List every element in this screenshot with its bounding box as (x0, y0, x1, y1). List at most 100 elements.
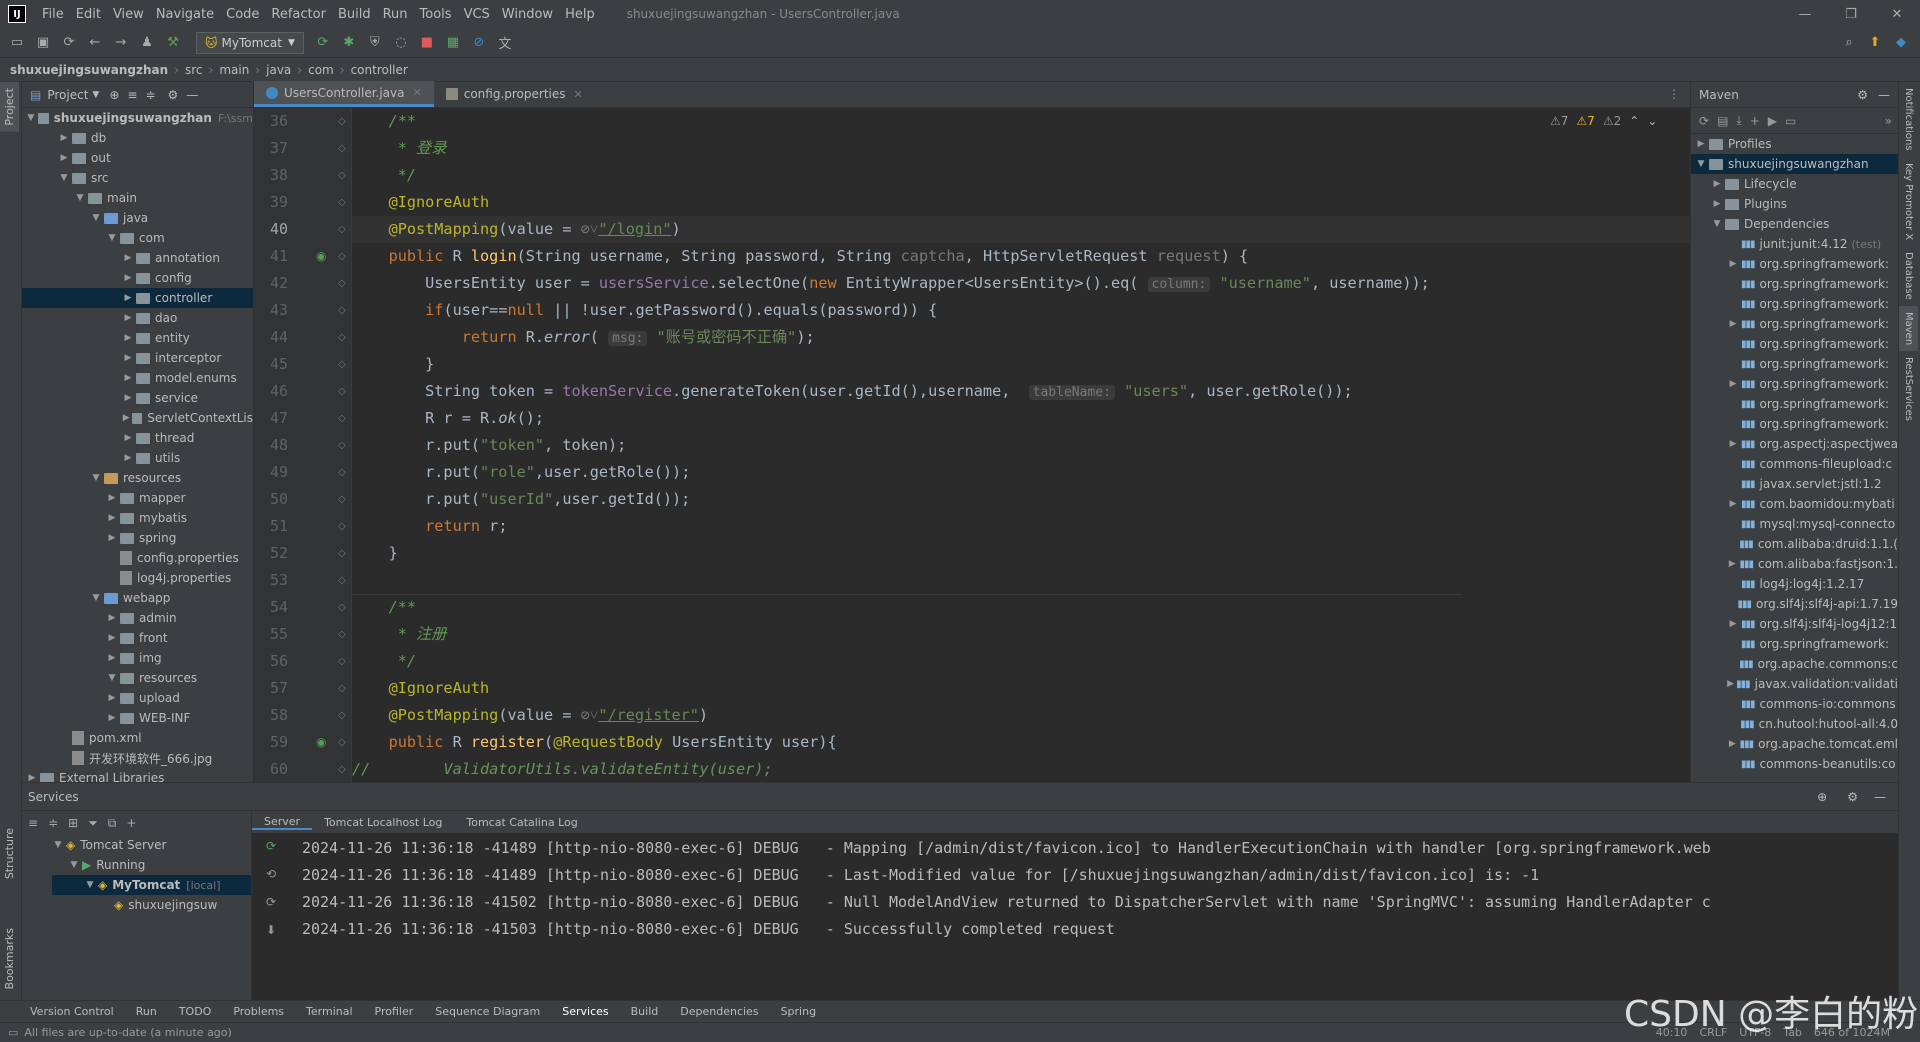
chevron-right-icon[interactable]: ▶ (122, 413, 130, 423)
translate-icon[interactable]: 文 (494, 32, 516, 54)
minimize-icon[interactable]: — (1782, 7, 1828, 22)
fold-marker-icon[interactable]: ◇ (338, 386, 346, 397)
breadcrumb-item[interactable]: shuxuejingsuwangzhan (10, 63, 168, 77)
structure-tool-tab[interactable]: Structure (0, 822, 19, 885)
project-tree-item[interactable]: ▶ controller (22, 288, 253, 308)
expand-all-icon[interactable]: ≡ (28, 816, 38, 830)
maven-tree-item[interactable]: ▮▮▮ org.springframework: (1691, 354, 1898, 374)
chevron-right-icon[interactable]: ▶ (106, 653, 118, 663)
expand-all-icon[interactable]: ≡ (127, 88, 137, 102)
maven-tree-item[interactable]: ▶ ▮▮▮ org.springframework: (1691, 254, 1898, 274)
add-icon[interactable]: + (126, 816, 136, 830)
project-tree-item[interactable]: ▶ admin (22, 608, 253, 628)
maven-tree-item[interactable]: ▶ ▮▮▮ org.springframework: (1691, 374, 1898, 394)
refresh-icon[interactable]: ⟳ (266, 895, 276, 909)
project-tree-item[interactable]: ▶ img (22, 648, 253, 668)
maven-tree-item[interactable]: ▶ ▮▮▮ org.slf4j:slf4j-log4j12:1 (1691, 614, 1898, 634)
hide-icon[interactable]: — (1878, 88, 1890, 102)
hide-icon[interactable]: — (186, 88, 198, 102)
project-tree-item[interactable]: ▶ out (22, 148, 253, 168)
sync-icon[interactable]: ⟳ (58, 32, 80, 54)
user-icon[interactable]: ♟ (136, 32, 158, 54)
open-folder-icon[interactable]: ▭ (6, 32, 28, 54)
chevron-right-icon[interactable]: ▶ (1727, 499, 1739, 509)
project-tree-item[interactable]: ▼ resources (22, 468, 253, 488)
fold-marker-icon[interactable]: ◇ (338, 251, 346, 262)
project-tree-item[interactable]: ▶ spring (22, 528, 253, 548)
chevron-right-icon[interactable]: ▼ (90, 593, 102, 603)
project-tree-item[interactable]: ▶ utils (22, 448, 253, 468)
fold-marker-icon[interactable]: ◇ (338, 413, 346, 424)
bookmarks-tool-tab[interactable]: Bookmarks (0, 922, 19, 995)
search-icon[interactable]: ⌕ (1838, 32, 1860, 54)
group-icon[interactable]: ⊞ (68, 816, 78, 830)
project-tree-item[interactable]: ▶ WEB-INF (22, 708, 253, 728)
code-editor[interactable]: /** * 登录 */ @IgnoreAuth @PostMapping(val… (352, 108, 1690, 782)
close-icon[interactable]: ✕ (1874, 7, 1920, 22)
toggle-offline-icon[interactable]: ▭ (1785, 114, 1796, 128)
project-tree-item[interactable]: ▼ webapp (22, 588, 253, 608)
chevron-right-icon[interactable]: ▶ (122, 293, 134, 303)
fold-marker-icon[interactable]: ◇ (338, 548, 346, 559)
chevron-right-icon[interactable]: ▶ (58, 133, 70, 143)
project-tree-item[interactable]: config.properties (22, 548, 253, 568)
forward-icon[interactable]: → (110, 32, 132, 54)
chevron-right-icon[interactable]: ▼ (58, 173, 70, 183)
project-tool-tab[interactable]: Project (0, 82, 19, 132)
maven-tree-item[interactable]: ▮▮▮ junit:junit:4.12 (test) (1691, 234, 1898, 254)
tool-tab-version-control[interactable]: Version Control (30, 1005, 114, 1018)
chevron-right-icon[interactable]: ▶ (122, 313, 134, 323)
services-tree-item[interactable]: ▼ ▶ Running (52, 855, 251, 875)
new-tab-icon[interactable]: ⧉ (108, 816, 117, 831)
fold-marker-icon[interactable]: ◇ (338, 197, 346, 208)
project-tree-item[interactable]: ▶ model.enums (22, 368, 253, 388)
deploy-icon[interactable]: ⬇ (266, 923, 276, 937)
more-tabs-icon[interactable]: ⋮ (1658, 87, 1690, 107)
chevron-right-icon[interactable]: ▶ (122, 453, 134, 463)
rerun-icon[interactable]: ⟳ (312, 32, 334, 54)
project-tree-item[interactable]: ▶ db (22, 128, 253, 148)
maven-tree-item[interactable]: ▶ Lifecycle (1691, 174, 1898, 194)
chevron-right-icon[interactable]: ▼ (74, 193, 86, 203)
notifications-tool-tab[interactable]: Notifications (1899, 82, 1918, 157)
fold-marker-icon[interactable]: ◇ (338, 116, 346, 127)
restore-icon[interactable]: ❐ (1828, 7, 1874, 22)
next-highlight-icon[interactable]: ⌄ (1647, 114, 1657, 128)
breadcrumb-item[interactable]: src (185, 63, 203, 77)
tool-tab-problems[interactable]: Problems (233, 1005, 284, 1018)
editor-gutter[interactable]: 36 ◇ 37 ◇ 38 ◇ 39 ◇ 40 ◇ 41 ◇ 42 ◇ 43 ◇ 44 ◇ 45 ◇ 46 ◇ 47 ◇ 48 ◇ 4… (254, 108, 352, 782)
maven-tree-item[interactable]: ▶ ▮▮▮ org.springframework: (1691, 314, 1898, 334)
fold-marker-icon[interactable]: ◇ (338, 710, 346, 721)
project-tree-item[interactable]: ▼ main (22, 188, 253, 208)
run-maven-icon[interactable]: ▶ (1768, 114, 1777, 128)
services-tree-item[interactable]: ▼ ◈ MyTomcat [local] (52, 875, 251, 895)
project-tree-item[interactable]: ▶ service (22, 388, 253, 408)
maven-tree-item[interactable]: ▮▮▮ commons-beanutils:co (1691, 754, 1898, 774)
maven-tree-item[interactable]: ▮▮▮ javax.servlet:jstl:1.2 (1691, 474, 1898, 494)
tool-tab-sequence-diagram[interactable]: Sequence Diagram (435, 1005, 540, 1018)
project-root[interactable]: ▼ shuxuejingsuwangzhan F:\ssm (22, 108, 253, 128)
maven-tree-item[interactable]: ▮▮▮ mysql:mysql-connecto (1691, 514, 1898, 534)
collapse-all-icon[interactable]: ≑ (145, 88, 155, 102)
chevron-right-icon[interactable]: ▼ (106, 673, 118, 683)
fold-marker-icon[interactable]: ◇ (338, 575, 346, 586)
fold-marker-icon[interactable]: ◇ (338, 305, 346, 316)
chevron-right-icon[interactable]: ▶ (1711, 179, 1723, 189)
locate-icon[interactable]: ⊕ (1817, 790, 1827, 804)
fold-marker-icon[interactable]: ◇ (338, 224, 346, 235)
chevron-right-icon[interactable]: ▶ (106, 513, 118, 523)
project-tree-item[interactable]: pom.xml (22, 728, 253, 748)
project-tree-item[interactable]: ▶ config (22, 268, 253, 288)
breadcrumb-item[interactable]: com (308, 63, 334, 77)
project-tree-item[interactable]: 开发环境软件_666.jpg (22, 748, 253, 768)
run-configuration-select[interactable]: 🐱 MyTomcat ▼ (196, 31, 304, 54)
fold-marker-icon[interactable]: ◇ (338, 494, 346, 505)
chevron-right-icon[interactable]: ▶ (1727, 559, 1737, 569)
maven-tree-item[interactable]: ▶ ▮▮▮ org.aspectj:aspectjwea (1691, 434, 1898, 454)
services-tree-item[interactable]: ▼ ◈ Tomcat Server (52, 835, 251, 855)
chevron-right-icon[interactable]: ▶ (122, 273, 134, 283)
maven-tree-item[interactable]: ▮▮▮ com.alibaba:druid:1.1.( (1691, 534, 1898, 554)
fold-marker-icon[interactable]: ◇ (338, 764, 346, 775)
tool-tab-dependencies[interactable]: Dependencies (680, 1005, 758, 1018)
fold-marker-icon[interactable]: ◇ (338, 602, 346, 613)
